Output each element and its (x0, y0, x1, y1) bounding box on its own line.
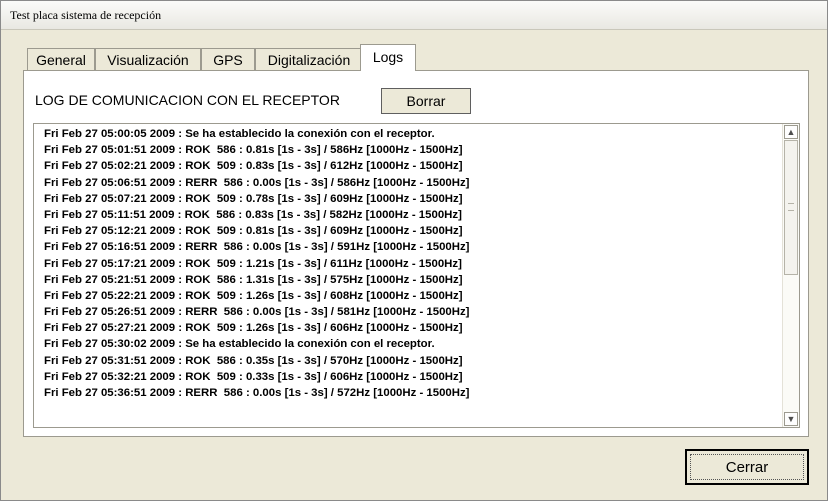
focus-rect (690, 454, 804, 480)
logs-panel: LOG DE COMUNICACION CON EL RECEPTOR Borr… (23, 70, 809, 437)
main-window: Test placa sistema de recepción General … (0, 0, 828, 501)
log-line: Fri Feb 27 05:21:51 2009 : ROK 586 : 1.3… (44, 273, 463, 286)
log-line: Fri Feb 27 05:01:51 2009 : ROK 586 : 0.8… (44, 144, 463, 157)
log-line: Fri Feb 27 05:36:51 2009 : RERR 586 : 0.… (44, 387, 470, 399)
log-line: Fri Feb 27 05:27:21 2009 : ROK 509 : 1.2… (44, 322, 463, 335)
log-line: Fri Feb 27 05:32:21 2009 : ROK 509 : 0.3… (44, 370, 463, 383)
log-line: Fri Feb 27 05:16:51 2009 : RERR 586 : 0.… (44, 241, 470, 254)
clear-log-button[interactable]: Borrar (381, 88, 471, 114)
tab-gps[interactable]: GPS (201, 48, 255, 70)
log-line: Fri Feb 27 05:26:51 2009 : RERR 586 : 0.… (44, 306, 470, 319)
close-button[interactable]: Cerrar (685, 449, 809, 485)
tab-general[interactable]: General (27, 48, 95, 70)
tab-digitalizacion[interactable]: Digitalización (255, 48, 363, 70)
log-line: Fri Feb 27 05:17:21 2009 : ROK 509 : 1.2… (44, 257, 462, 270)
scrollbar-grip-icon (788, 203, 794, 211)
scroll-down-arrow-icon[interactable]: ▼ (784, 412, 798, 426)
log-line: Fri Feb 27 05:22:21 2009 : ROK 509 : 1.2… (44, 289, 463, 302)
log-line: Fri Feb 27 05:02:21 2009 : ROK 509 : 0.8… (44, 160, 463, 173)
scrollbar-thumb[interactable] (784, 140, 798, 275)
log-line: Fri Feb 27 05:00:05 2009 : Se ha estable… (44, 128, 435, 140)
log-line: Fri Feb 27 05:12:21 2009 : ROK 509 : 0.8… (44, 225, 463, 238)
log-line: Fri Feb 27 05:31:51 2009 : ROK 586 : 0.3… (44, 354, 463, 367)
vertical-scrollbar[interactable]: ▲ ▼ (782, 124, 799, 427)
log-line: Fri Feb 27 05:06:51 2009 : RERR 586 : 0.… (44, 176, 470, 189)
window-title: Test placa sistema de recepción (10, 8, 162, 22)
scroll-up-arrow-icon[interactable]: ▲ (784, 125, 798, 139)
log-textarea[interactable]: Fri Feb 27 05:00:05 2009 : Se ha estable… (33, 123, 800, 428)
tab-visualizacion[interactable]: Visualización (95, 48, 201, 70)
panel-title: LOG DE COMUNICACION CON EL RECEPTOR (35, 92, 340, 108)
log-lines: Fri Feb 27 05:00:05 2009 : Se ha estable… (44, 126, 469, 401)
log-line: Fri Feb 27 05:30:02 2009 : Se ha estable… (44, 338, 435, 351)
title-bar: Test placa sistema de recepción (1, 1, 827, 30)
tab-logs[interactable]: Logs (360, 44, 416, 71)
log-line: Fri Feb 27 05:11:51 2009 : ROK 586 : 0.8… (44, 208, 462, 221)
log-line: Fri Feb 27 05:07:21 2009 : ROK 509 : 0.7… (44, 192, 463, 205)
